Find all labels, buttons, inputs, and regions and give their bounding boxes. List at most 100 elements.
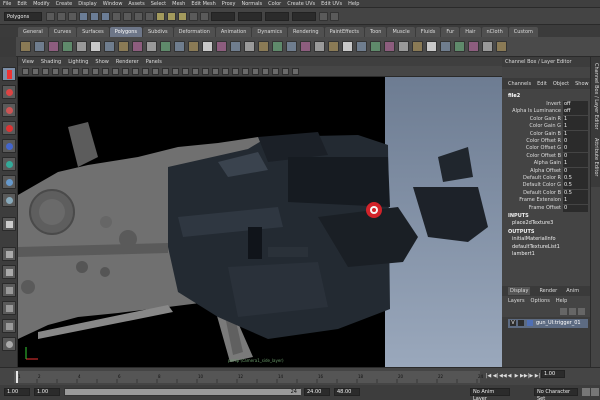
viewport-toolbar-icon[interactable] bbox=[132, 67, 139, 75]
menu-create[interactable]: Create bbox=[56, 0, 73, 8]
menu-normals[interactable]: Normals bbox=[241, 0, 262, 8]
viewport-toolbar-icon[interactable] bbox=[32, 67, 39, 75]
select-object-icon[interactable] bbox=[90, 11, 99, 21]
shelf-tab-painteffects[interactable]: PaintEffects bbox=[324, 27, 364, 37]
input-field[interactable] bbox=[211, 11, 235, 21]
layout-graph-icon[interactable] bbox=[2, 301, 16, 315]
viewport-menu-view[interactable]: View bbox=[22, 59, 34, 65]
step-back-frame-icon[interactable]: ◀◀ bbox=[499, 373, 507, 380]
render-settings-icon[interactable] bbox=[189, 11, 198, 21]
shelf-tool-icon[interactable] bbox=[342, 41, 353, 52]
layout-hypershade-icon[interactable] bbox=[2, 319, 16, 333]
viewport-toolbar-icon[interactable] bbox=[82, 67, 89, 75]
toggle-panel-icon[interactable] bbox=[319, 11, 328, 21]
shelf-tool-icon[interactable] bbox=[426, 41, 437, 52]
menu-edit-mesh[interactable]: Edit Mesh bbox=[191, 0, 215, 8]
shelf-tab-fur[interactable]: Fur bbox=[441, 27, 460, 37]
channel-attribute-value[interactable]: 1 bbox=[563, 123, 588, 131]
shelf-tool-icon[interactable] bbox=[174, 41, 185, 52]
shelf-tab-animation[interactable]: Animation bbox=[215, 27, 252, 37]
translate-z-field[interactable] bbox=[292, 11, 316, 21]
translate-x-field[interactable] bbox=[238, 11, 262, 21]
snap-point-icon[interactable] bbox=[134, 11, 143, 21]
play-forwards-icon[interactable]: ▶ bbox=[513, 373, 520, 380]
shelf-tool-icon[interactable] bbox=[482, 41, 493, 52]
render-icon[interactable] bbox=[167, 11, 176, 21]
menu-modify[interactable]: Modify bbox=[33, 0, 50, 8]
channel-attribute-value[interactable]: 1 bbox=[563, 160, 588, 168]
new-scene-icon[interactable] bbox=[46, 11, 55, 21]
menu-color[interactable]: Color bbox=[268, 0, 281, 8]
open-scene-icon[interactable] bbox=[57, 11, 66, 21]
shelf-tool-icon[interactable] bbox=[90, 41, 101, 52]
channel-attribute-value[interactable]: 0 bbox=[563, 152, 588, 160]
shelf-tool-icon[interactable] bbox=[370, 41, 381, 52]
layer-name[interactable]: gun_UI:trigger_01 bbox=[536, 320, 581, 326]
paint-select-tool-icon[interactable] bbox=[2, 103, 16, 117]
shelf-tool-icon[interactable] bbox=[300, 41, 311, 52]
current-time-indicator[interactable] bbox=[16, 371, 18, 383]
shelf-tab-rendering[interactable]: Rendering bbox=[288, 27, 324, 37]
side-tab-attribute-editor[interactable]: Attribute Editor bbox=[590, 132, 600, 187]
viewport-toolbar-icon[interactable] bbox=[232, 67, 239, 75]
layer-playback-toggle[interactable] bbox=[518, 320, 524, 326]
viewport-toolbar-icon[interactable] bbox=[182, 67, 189, 75]
rotate-tool-icon[interactable] bbox=[2, 139, 16, 153]
shelf-tool-icon[interactable] bbox=[384, 41, 395, 52]
layer-visibility-toggle[interactable]: V bbox=[510, 320, 516, 326]
viewport-toolbar-icon[interactable] bbox=[102, 67, 109, 75]
viewport-menu-shading[interactable]: Shading bbox=[41, 59, 61, 65]
soft-mod-tool-icon[interactable] bbox=[2, 193, 16, 207]
shelf-tab-hair[interactable]: Hair bbox=[460, 27, 481, 37]
shelf-tool-icon[interactable] bbox=[62, 41, 73, 52]
toggle-channel-box-icon[interactable] bbox=[330, 11, 339, 21]
connection-node-item[interactable]: initialMaterialInfo bbox=[512, 236, 556, 242]
range-slider-handle[interactable] bbox=[65, 389, 301, 395]
layout-custom-icon[interactable] bbox=[2, 337, 16, 351]
viewport-toolbar-icon[interactable] bbox=[192, 67, 199, 75]
shelf-tool-icon[interactable] bbox=[314, 41, 325, 52]
save-scene-icon[interactable] bbox=[68, 11, 77, 21]
layout-single-icon[interactable] bbox=[2, 217, 16, 231]
new-empty-layer-icon[interactable] bbox=[569, 308, 576, 315]
menu-mesh[interactable]: Mesh bbox=[172, 0, 185, 8]
channel-attribute-value[interactable]: 1 bbox=[563, 197, 588, 205]
viewport-toolbar-icon[interactable] bbox=[292, 67, 299, 75]
shelf-tool-icon[interactable] bbox=[244, 41, 255, 52]
step-back-key-icon[interactable]: ◀| bbox=[492, 373, 499, 380]
connection-node-item[interactable]: lambert1 bbox=[512, 251, 535, 257]
auto-key-icon[interactable] bbox=[582, 388, 590, 396]
layer-menu-help[interactable]: Help bbox=[556, 298, 567, 304]
shelf-tool-icon[interactable] bbox=[146, 41, 157, 52]
viewport-toolbar-icon[interactable] bbox=[22, 67, 29, 75]
playback-end-field[interactable]: 24.00 bbox=[304, 388, 330, 396]
menu-window[interactable]: Window bbox=[103, 0, 123, 8]
channel-box-tab-object[interactable]: Object bbox=[553, 81, 569, 87]
shelf-tool-icon[interactable] bbox=[160, 41, 171, 52]
shelf-tool-icon[interactable] bbox=[258, 41, 269, 52]
shelf-tool-icon[interactable] bbox=[132, 41, 143, 52]
play-backwards-icon[interactable]: ◀ bbox=[506, 373, 513, 380]
viewport-toolbar-icon[interactable] bbox=[222, 67, 229, 75]
channel-box-tab-channels[interactable]: Channels bbox=[508, 81, 531, 87]
channel-box-tab-show[interactable]: Show bbox=[575, 81, 589, 87]
channel-box-node-name[interactable]: file2 bbox=[508, 93, 520, 99]
shelf-tool-icon[interactable] bbox=[104, 41, 115, 52]
channel-attribute-value[interactable]: 0.5 bbox=[563, 189, 588, 197]
range-start-field[interactable]: 1.00 bbox=[4, 388, 30, 396]
viewport-toolbar-icon[interactable] bbox=[142, 67, 149, 75]
shelf-tab-dynamics[interactable]: Dynamics bbox=[252, 27, 288, 37]
new-layer-icon[interactable] bbox=[578, 308, 585, 315]
menu-assets[interactable]: Assets bbox=[128, 0, 144, 8]
shelf-tab-curves[interactable]: Curves bbox=[48, 27, 77, 37]
mode-selector[interactable]: Polygons bbox=[4, 11, 42, 21]
shelf-tool-icon[interactable] bbox=[216, 41, 227, 52]
menu-edit[interactable]: Edit bbox=[17, 0, 27, 8]
shelf-tool-icon[interactable] bbox=[412, 41, 423, 52]
shelf-tab-general[interactable]: General bbox=[18, 27, 48, 37]
viewport-3d[interactable]: persp (camera1_side_layer) bbox=[18, 77, 502, 367]
viewport-toolbar-icon[interactable] bbox=[262, 67, 269, 75]
shelf-tool-icon[interactable] bbox=[202, 41, 213, 52]
shelf-tab-polygons[interactable]: Polygons bbox=[109, 27, 142, 37]
viewport-toolbar-icon[interactable] bbox=[162, 67, 169, 75]
